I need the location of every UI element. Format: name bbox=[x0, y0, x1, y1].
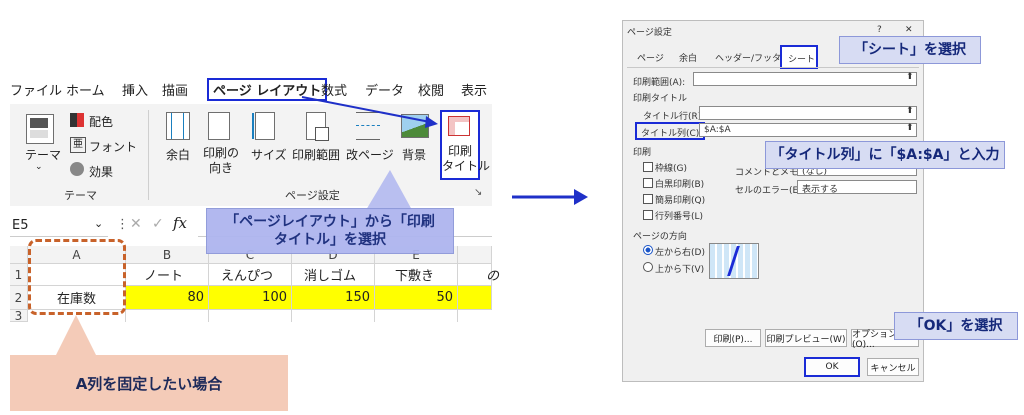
print-titles-heading: 印刷タイトル bbox=[633, 94, 688, 104]
tab-divider bbox=[627, 67, 919, 68]
print-section-heading: 印刷 bbox=[633, 148, 652, 158]
tab-header-footer[interactable]: ヘッダー/フッター bbox=[715, 51, 790, 64]
black-white-checkbox[interactable] bbox=[643, 178, 653, 188]
print-area-field[interactable] bbox=[693, 72, 917, 86]
errors-label: セルのエラー(E): bbox=[735, 186, 805, 196]
draft-label: 簡易印刷(Q) bbox=[655, 196, 706, 206]
print-area-label: 印刷範囲(A): bbox=[633, 78, 686, 88]
cancel-button[interactable]: キャンセル bbox=[867, 358, 919, 376]
page-order-heading: ページの方向 bbox=[633, 232, 687, 242]
black-white-label: 白黒印刷(B) bbox=[655, 180, 705, 190]
errors-value: 表示する bbox=[802, 185, 839, 195]
title-rows-label: タイトル行(R): bbox=[643, 112, 705, 122]
collapse-icon[interactable]: ⬆ bbox=[906, 106, 914, 116]
order-down-radio[interactable] bbox=[643, 262, 653, 272]
gridlines-label: 枠線(G) bbox=[655, 164, 687, 174]
draft-checkbox[interactable] bbox=[643, 194, 653, 204]
tab-page[interactable]: ページ bbox=[637, 51, 664, 64]
dialog-title: ページ設定 bbox=[627, 28, 672, 38]
headings-label: 行列番号(L) bbox=[655, 212, 704, 222]
close-icon[interactable]: ✕ bbox=[905, 25, 913, 35]
title-column-callout: 「タイトル列」に「$A:$A」と入力 bbox=[765, 141, 1005, 169]
order-across-label: 左から右(D) bbox=[655, 248, 705, 258]
print-preview-button[interactable]: 印刷プレビュー(W) bbox=[765, 329, 847, 347]
headings-checkbox[interactable] bbox=[643, 210, 653, 220]
ok-button[interactable]: OK bbox=[804, 357, 860, 377]
gridlines-checkbox[interactable] bbox=[643, 162, 653, 172]
page-order-preview bbox=[709, 243, 759, 279]
title-columns-label: タイトル列(C): bbox=[641, 129, 703, 139]
order-across-radio[interactable] bbox=[643, 245, 653, 255]
errors-select[interactable]: 表示する bbox=[797, 180, 917, 195]
tab-margins[interactable]: 余白 bbox=[679, 51, 697, 64]
select-ok-callout: 「OK」を選択 bbox=[894, 312, 1018, 340]
tab-sheet-label: シート bbox=[788, 55, 816, 65]
order-down-label: 上から下(V) bbox=[655, 265, 705, 275]
title-rows-field[interactable] bbox=[699, 106, 917, 120]
help-icon[interactable]: ? bbox=[877, 25, 882, 35]
print-button[interactable]: 印刷(P)... bbox=[705, 329, 761, 347]
collapse-icon[interactable]: ⬆ bbox=[906, 123, 914, 133]
tab-sheet[interactable]: シート bbox=[780, 45, 818, 69]
title-columns-field[interactable]: $A:$A bbox=[699, 123, 917, 137]
select-sheet-callout: 「シート」を選択 bbox=[839, 36, 981, 64]
page-setup-dialog: ページ設定 ? ✕ ページ 余白 ヘッダー/フッター シート 印刷範囲(A): … bbox=[622, 20, 924, 382]
collapse-icon[interactable]: ⬆ bbox=[906, 72, 914, 82]
title-columns-value: $A:$A bbox=[704, 125, 731, 135]
